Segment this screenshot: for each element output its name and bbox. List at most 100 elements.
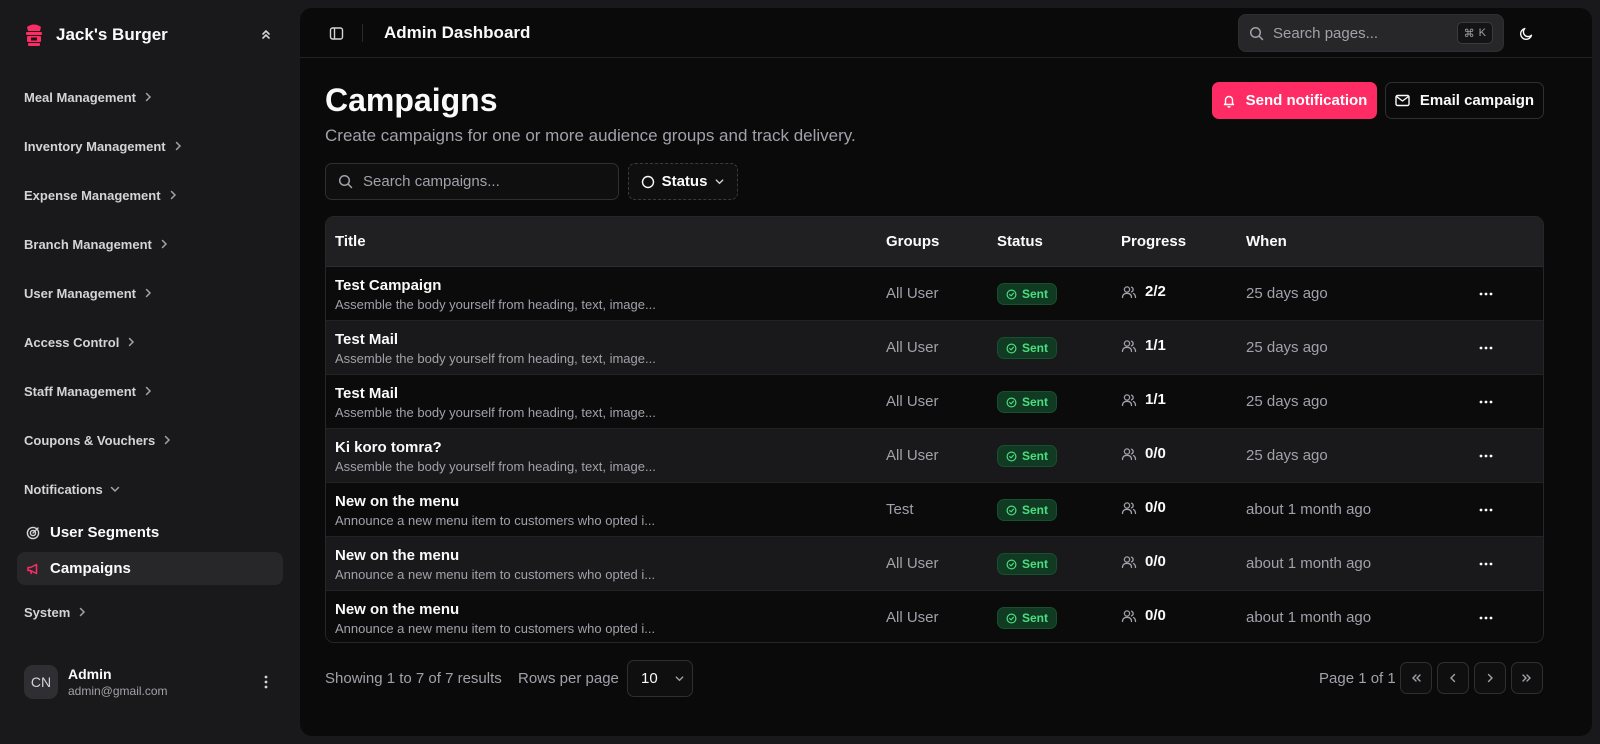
- user-profile[interactable]: CN Admin admin@gmail.com: [24, 664, 284, 700]
- toggle-sidebar-button[interactable]: [326, 23, 346, 43]
- table-row[interactable]: Test Mail Assemble the body yourself from…: [326, 375, 1543, 429]
- table-row[interactable]: Test Mail Assemble the body yourself from…: [326, 321, 1543, 375]
- column-when[interactable]: When: [1246, 233, 1287, 250]
- mail-icon: [1395, 94, 1410, 107]
- rows-per-page-select[interactable]: 10: [627, 660, 693, 697]
- nav-group-label: User Management: [24, 285, 136, 301]
- last-page-button[interactable]: [1511, 662, 1543, 694]
- campaign-group: Test: [886, 501, 914, 518]
- nav-group-system[interactable]: System: [24, 602, 88, 622]
- chevron-right-icon: [142, 385, 154, 397]
- previous-page-button[interactable]: [1437, 662, 1469, 694]
- nav-group-label: Notifications: [24, 481, 103, 497]
- moon-icon: [1519, 26, 1534, 41]
- progress-value: 0/0: [1145, 553, 1166, 570]
- row-actions-button[interactable]: [1476, 446, 1496, 466]
- row-actions-button[interactable]: [1476, 284, 1496, 304]
- row-actions-button[interactable]: [1476, 392, 1496, 412]
- campaign-description: Announce a new menu item to customers wh…: [335, 513, 656, 528]
- sidebar-item-label: User Segments: [50, 524, 160, 541]
- column-groups[interactable]: Groups: [886, 233, 939, 250]
- sidebar-item-user-segments[interactable]: User Segments: [17, 516, 283, 549]
- more-horizontal-icon: [1479, 400, 1493, 404]
- table-row[interactable]: Test Campaign Assemble the body yourself …: [326, 267, 1543, 321]
- status-badge: Sent: [997, 607, 1058, 629]
- nav-group-expense-management[interactable]: Expense Management: [24, 185, 179, 205]
- campaign-progress: 2/2: [1121, 283, 1166, 300]
- first-page-button[interactable]: [1400, 662, 1432, 694]
- campaign-when: 25 days ago: [1246, 339, 1328, 356]
- campaign-group: All User: [886, 609, 939, 626]
- more-horizontal-icon: [1479, 562, 1493, 566]
- column-progress[interactable]: Progress: [1121, 233, 1186, 250]
- collapse-sidebar-button[interactable]: [256, 24, 276, 44]
- campaign-title: Ki koro tomra?: [335, 439, 442, 456]
- chevron-down-icon: [714, 176, 725, 187]
- user-menu-button[interactable]: [256, 672, 276, 692]
- nav-group-label: Coupons & Vouchers: [24, 432, 156, 448]
- topbar-divider: [362, 24, 363, 42]
- command-key: ⌘: [1463, 27, 1475, 40]
- campaign-when: 25 days ago: [1246, 393, 1328, 410]
- nav-group-branch-management[interactable]: Branch Management: [24, 234, 170, 254]
- nav-group-staff-management[interactable]: Staff Management: [24, 381, 154, 401]
- nav-group-label: Staff Management: [24, 383, 136, 399]
- status-badge: Sent: [997, 337, 1058, 359]
- campaign-description: Assemble the body yourself from heading,…: [335, 405, 656, 420]
- campaign-search[interactable]: [325, 163, 619, 200]
- row-actions-button[interactable]: [1476, 554, 1496, 574]
- campaign-description: Assemble the body yourself from heading,…: [335, 351, 656, 366]
- send-notification-button[interactable]: Send notification: [1212, 82, 1377, 119]
- row-actions-button[interactable]: [1476, 338, 1496, 358]
- nav-group-user-management[interactable]: User Management: [24, 283, 154, 303]
- chevron-right-icon: [161, 434, 173, 446]
- campaign-search-input[interactable]: [363, 173, 606, 190]
- row-actions-button[interactable]: [1476, 500, 1496, 520]
- campaign-when: about 1 month ago: [1246, 501, 1372, 518]
- nav-group-meal-management[interactable]: Meal Management: [24, 87, 154, 107]
- user-email: admin@gmail.com: [68, 684, 168, 698]
- campaign-title: Test Mail: [335, 331, 399, 348]
- campaign-title: Test Mail: [335, 385, 399, 402]
- table-header: Title Groups Status Progress When: [326, 217, 1543, 267]
- next-page-button[interactable]: [1474, 662, 1506, 694]
- nav-group-label: Meal Management: [24, 89, 136, 105]
- status-filter-label: Status: [661, 173, 708, 190]
- campaign-group: All User: [886, 339, 939, 356]
- row-actions-button[interactable]: [1476, 608, 1496, 628]
- email-campaign-button[interactable]: Email campaign: [1385, 82, 1544, 119]
- users-icon: [1121, 339, 1137, 353]
- nav-group-access-control[interactable]: Access Control: [24, 332, 137, 352]
- users-icon: [1121, 393, 1137, 407]
- topbar-title: Admin Dashboard: [384, 23, 531, 42]
- nav-group-label: Expense Management: [24, 187, 161, 203]
- theme-toggle-button[interactable]: [1516, 23, 1536, 43]
- progress-value: 2/2: [1145, 283, 1166, 300]
- nav-group-notifications[interactable]: Notifications: [24, 479, 121, 499]
- sidebar-item-campaigns[interactable]: Campaigns: [17, 552, 283, 585]
- page-info: Page 1 of 1: [1319, 670, 1396, 687]
- table-row[interactable]: New on the menu Announce a new menu item …: [326, 537, 1543, 591]
- column-status[interactable]: Status: [997, 233, 1043, 250]
- check-circle-icon: [1006, 397, 1017, 408]
- nav-group-coupons-vouchers[interactable]: Coupons & Vouchers: [24, 430, 173, 450]
- chevrons-left-icon: [1410, 672, 1422, 684]
- topbar: Admin Dashboard Search pages... ⌘ K: [300, 8, 1592, 58]
- status-label: Sent: [1022, 341, 1049, 355]
- brand[interactable]: Jack's Burger: [24, 22, 168, 48]
- search-icon: [338, 174, 353, 189]
- table-row[interactable]: New on the menu Announce a new menu item …: [326, 591, 1543, 642]
- table-row[interactable]: New on the menu Announce a new menu item …: [326, 483, 1543, 537]
- chevron-right-icon: [172, 140, 184, 152]
- column-title[interactable]: Title: [335, 233, 366, 250]
- page-search[interactable]: Search pages... ⌘ K: [1238, 14, 1504, 52]
- shortcut-key: K: [1478, 27, 1486, 39]
- campaign-when: about 1 month ago: [1246, 609, 1372, 626]
- campaign-title: New on the menu: [335, 493, 460, 510]
- nav-group-label: Inventory Management: [24, 138, 166, 154]
- progress-value: 0/0: [1145, 499, 1166, 516]
- table-row[interactable]: Ki koro tomra? Assemble the body yourself…: [326, 429, 1543, 483]
- status-filter-button[interactable]: Status: [628, 163, 738, 200]
- check-circle-icon: [1006, 343, 1017, 354]
- nav-group-inventory-management[interactable]: Inventory Management: [24, 136, 184, 156]
